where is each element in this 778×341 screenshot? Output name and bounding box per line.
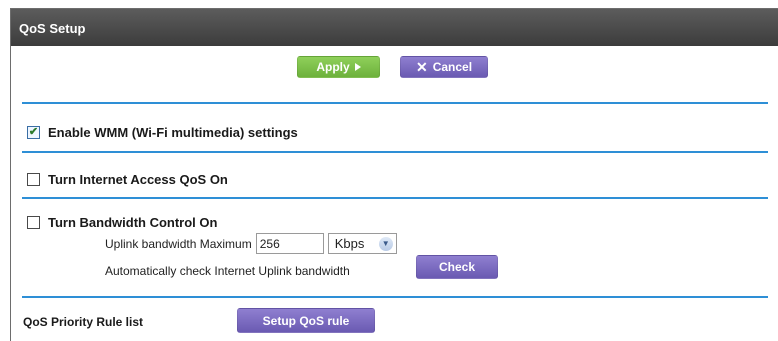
apply-label: Apply bbox=[316, 60, 350, 74]
play-arrow-icon bbox=[354, 63, 361, 71]
panel-title: QoS Setup bbox=[11, 9, 778, 46]
divider bbox=[22, 151, 768, 153]
check-label: Check bbox=[438, 260, 476, 274]
auto-check-row: Automatically check Internet Uplink band… bbox=[105, 264, 350, 278]
bandwidth-row: Turn Bandwidth Control On bbox=[27, 215, 217, 230]
apply-button[interactable]: Apply bbox=[297, 56, 380, 78]
setup-qos-rule-label: Setup QoS rule bbox=[262, 313, 350, 328]
uplink-row: Uplink bandwidth Maximum Kbps ▼ bbox=[105, 233, 397, 254]
internet-qos-label: Turn Internet Access QoS On bbox=[48, 172, 228, 187]
cancel-label: Cancel bbox=[432, 60, 473, 74]
unit-select[interactable]: Kbps ▼ bbox=[327, 233, 397, 254]
divider bbox=[22, 197, 768, 199]
qos-priority-rule-list-label: QoS Priority Rule list bbox=[23, 315, 144, 329]
divider bbox=[22, 296, 768, 298]
close-icon: ✕ bbox=[415, 59, 428, 75]
wmm-label: Enable WMM (Wi-Fi multimedia) settings bbox=[48, 125, 298, 140]
internet-qos-checkbox[interactable] bbox=[27, 173, 40, 186]
setup-qos-rule-button[interactable]: Setup QoS rule bbox=[237, 308, 375, 333]
wmm-row: ✔ Enable WMM (Wi-Fi multimedia) settings bbox=[27, 125, 298, 140]
internet-qos-row: Turn Internet Access QoS On bbox=[27, 172, 228, 187]
bandwidth-checkbox[interactable] bbox=[27, 216, 40, 229]
wmm-checkbox[interactable]: ✔ bbox=[27, 126, 40, 139]
chevron-down-icon: ▼ bbox=[378, 236, 393, 251]
uplink-bandwidth-input[interactable] bbox=[255, 233, 324, 254]
divider bbox=[22, 102, 768, 104]
cancel-button[interactable]: ✕ Cancel bbox=[400, 56, 488, 78]
uplink-label: Uplink bandwidth Maximum bbox=[105, 236, 252, 251]
bandwidth-label: Turn Bandwidth Control On bbox=[48, 215, 218, 230]
unit-select-value: Kbps bbox=[334, 236, 365, 251]
check-button[interactable]: Check bbox=[416, 255, 498, 279]
auto-check-label: Automatically check Internet Uplink band… bbox=[105, 264, 350, 278]
